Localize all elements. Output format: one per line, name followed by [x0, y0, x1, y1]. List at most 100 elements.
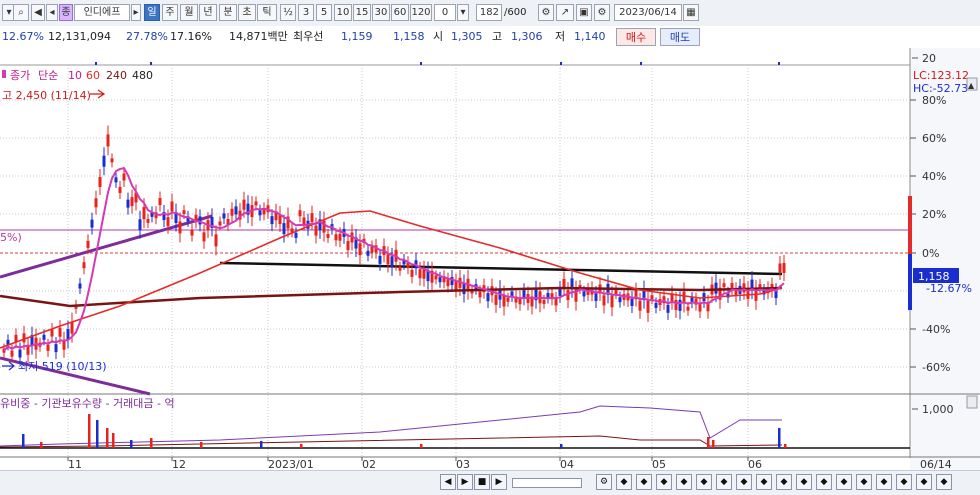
- tool-button-18[interactable]: ◆: [936, 474, 952, 490]
- tool-button-8[interactable]: ◆: [736, 474, 752, 490]
- x-axis-label: 06: [748, 458, 762, 470]
- interval-30[interactable]: 30: [372, 4, 390, 21]
- y-axis-tick: 0%: [922, 247, 939, 260]
- search-icon[interactable]: ⌕: [13, 4, 29, 21]
- tool-button-15[interactable]: ◆: [876, 474, 892, 490]
- value-bar: [560, 444, 563, 448]
- tool-button-1[interactable]: ⚙: [596, 474, 612, 490]
- candle: [366, 250, 370, 256]
- tool-button-5[interactable]: ◆: [676, 474, 692, 490]
- date-input[interactable]: 2023/06/14: [614, 4, 682, 21]
- candle: [282, 223, 286, 235]
- legend-ma240: 240: [106, 69, 127, 82]
- candle: [654, 302, 658, 308]
- prev-stock-icon[interactable]: ◂: [46, 4, 58, 21]
- scroll-right-button[interactable]: ▶: [457, 474, 473, 490]
- stop-button[interactable]: ■: [474, 474, 490, 490]
- candle: [254, 201, 258, 206]
- half-button[interactable]: ½: [280, 4, 296, 21]
- volume: 12,131,094: [48, 30, 111, 43]
- candle: [434, 275, 438, 280]
- line-tool-icon[interactable]: ↗: [556, 4, 574, 21]
- scroll-left-button[interactable]: ◀: [440, 474, 456, 490]
- tool-button-6[interactable]: ◆: [696, 474, 712, 490]
- y-axis-tick: 40%: [922, 170, 946, 183]
- current-price: 1,158: [918, 270, 950, 283]
- candle: [338, 233, 342, 241]
- open-label: 시: [433, 30, 444, 43]
- speaker-icon[interactable]: ◀: [31, 4, 45, 21]
- gear-icon[interactable]: ⚙: [594, 4, 610, 21]
- x-axis-label: 11: [68, 458, 82, 470]
- sub-scroll-icon[interactable]: [966, 395, 978, 409]
- period-day[interactable]: 일: [144, 4, 160, 21]
- buy-button[interactable]: 매수: [616, 28, 656, 46]
- candle: [594, 292, 598, 301]
- candle: [370, 246, 374, 253]
- interval-120[interactable]: 120: [410, 4, 432, 21]
- volume-tick-20: 20: [922, 52, 936, 65]
- period-tick[interactable]: 틱: [257, 4, 277, 21]
- tool-button-7[interactable]: ◆: [716, 474, 732, 490]
- next-stock-icon[interactable]: ▸: [131, 4, 141, 21]
- candle: [778, 263, 782, 273]
- candle: [310, 213, 314, 223]
- period-second[interactable]: 초: [238, 4, 256, 21]
- sell-button[interactable]: 매도: [660, 28, 700, 46]
- interval-input[interactable]: 0: [434, 4, 456, 21]
- low-value: 1,140: [574, 30, 606, 43]
- candle: [698, 304, 702, 312]
- value-bar: [106, 428, 109, 448]
- calendar-icon[interactable]: ▦: [683, 4, 699, 21]
- value-bar: [712, 440, 715, 448]
- volume-bar: [420, 62, 422, 65]
- tool-button-13[interactable]: ◆: [836, 474, 852, 490]
- candle: [218, 221, 222, 226]
- low-label: 저: [555, 30, 566, 43]
- interval-60[interactable]: 60: [391, 4, 409, 21]
- stock-name-field[interactable]: 인디에프: [74, 4, 130, 21]
- candle: [646, 300, 650, 313]
- candle: [418, 269, 422, 279]
- tool-button-11[interactable]: ◆: [796, 474, 812, 490]
- tool-button-14[interactable]: ◆: [856, 474, 872, 490]
- play-button[interactable]: ▶: [491, 474, 507, 490]
- count-input[interactable]: 182: [476, 4, 502, 21]
- candle: [478, 291, 482, 298]
- candle: [446, 279, 450, 287]
- grid-icon[interactable]: ⚙: [538, 4, 554, 21]
- tool-button-16[interactable]: ◆: [896, 474, 912, 490]
- tool-button-12[interactable]: ◆: [816, 474, 832, 490]
- high-label: 고: [492, 30, 503, 43]
- volume-bar: [95, 62, 97, 65]
- high-note: 고 2,450 (11/14): [2, 89, 91, 102]
- stock-tag: 종: [59, 4, 73, 21]
- stock-chart[interactable]: 종가 단순 10 60 240 480 고 2,450 (11/14) 최저 5…: [0, 48, 980, 470]
- tool-button-4[interactable]: ◆: [656, 474, 672, 490]
- candle: [398, 266, 402, 271]
- tool-button-10[interactable]: ◆: [776, 474, 792, 490]
- candle: [302, 217, 306, 225]
- tool-button-17[interactable]: ◆: [916, 474, 932, 490]
- candle: [170, 201, 174, 212]
- interval-15[interactable]: 15: [353, 4, 371, 21]
- period-minute[interactable]: 분: [219, 4, 237, 21]
- y-axis-current-pct: -12.67%: [926, 282, 972, 295]
- interval-10[interactable]: 10: [334, 4, 352, 21]
- candle: [78, 283, 82, 289]
- candle: [118, 186, 122, 193]
- candle: [82, 262, 86, 269]
- interval-dropdown-icon[interactable]: ▾: [457, 4, 469, 21]
- period-year[interactable]: 년: [199, 4, 217, 21]
- period-month[interactable]: 월: [180, 4, 198, 21]
- candle: [234, 206, 238, 215]
- tool-button-2[interactable]: ◆: [616, 474, 632, 490]
- interval-3[interactable]: 3: [298, 4, 314, 21]
- tool-button-9[interactable]: ◆: [756, 474, 772, 490]
- candle: [506, 297, 510, 302]
- period-week[interactable]: 주: [162, 4, 178, 21]
- zoom-slider[interactable]: [512, 478, 582, 488]
- save-icon[interactable]: ▣: [576, 4, 592, 21]
- interval-5[interactable]: 5: [316, 4, 332, 21]
- tool-button-3[interactable]: ◆: [636, 474, 652, 490]
